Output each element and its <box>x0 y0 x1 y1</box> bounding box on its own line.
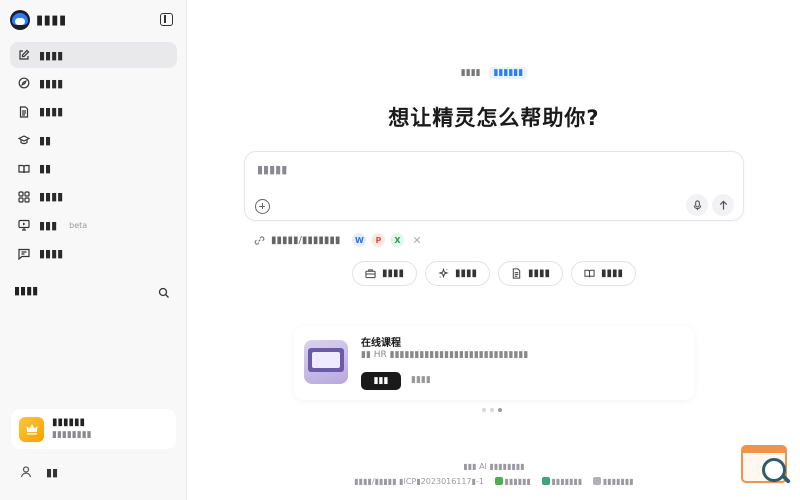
sidebar-item-label: ▮▮ <box>39 133 52 147</box>
shield-icon <box>494 477 503 485</box>
sidebar-item-label: ▮▮▮▮ <box>39 105 64 119</box>
sidebar-item-learn[interactable]: ▮▮ <box>10 127 177 153</box>
presentation-icon <box>18 219 30 231</box>
page-title: 想让精灵怎么帮助你? <box>388 106 600 130</box>
sidebar-nav: ▮▮▮▮ ▮▮▮▮ ▮▮▮▮ ▮▮ ▮▮ ▮▮▮▮ ▮▮▮ beta ▮▮▮▮ <box>10 42 177 269</box>
quick-action-button[interactable]: ▮▮▮▮ <box>352 261 417 286</box>
tagline: ▮▮▮▮ ▮▮▮▮▮▮ <box>188 67 800 79</box>
sidebar-collapse-icon[interactable] <box>160 13 173 26</box>
voice-input-button[interactable] <box>686 194 708 216</box>
quick-action-button[interactable]: ▮▮▮▮ <box>425 261 490 286</box>
ppt-file-chip[interactable]: P <box>371 233 386 247</box>
sparkle-icon <box>438 268 449 279</box>
footer-disclaimer: ▮▮▮ AI ▮▮▮▮▮▮▮▮ <box>463 462 525 471</box>
sidebar-item-presentation[interactable]: ▮▮▮ beta <box>10 212 177 238</box>
quick-action-label: ▮▮▮▮ <box>455 268 478 279</box>
document-icon <box>18 106 30 118</box>
footer-item: ▮▮▮▮▮▮ <box>494 477 531 486</box>
sidebar-item-library[interactable]: ▮▮ <box>10 156 177 182</box>
footer-icp[interactable]: ▮▮▮▮/▮▮▮▮▮ ▮ICP▮2023016117▮-1 <box>354 477 484 486</box>
sidebar-item-label: ▮▮▮▮ <box>39 76 64 90</box>
chat-input-box[interactable]: ▮▮▮▮▮ <box>244 151 744 221</box>
brand-name: ▮▮▮▮ <box>36 12 67 28</box>
beta-badge: beta <box>69 220 88 230</box>
upload-hint-row: ▮▮▮▮▮/▮▮▮▮▮▮▮ W P X ✕ <box>254 233 422 247</box>
license-icon <box>541 477 550 485</box>
briefcase-icon <box>365 269 376 279</box>
quick-action-label: ▮▮▮▮ <box>528 268 551 279</box>
carousel-dots <box>482 408 506 412</box>
quick-actions: ▮▮▮▮ ▮▮▮▮ ▮▮▮▮ ▮▮▮▮ <box>352 261 644 286</box>
arrow-up-icon <box>719 200 727 210</box>
quick-action-button[interactable]: ▮▮▮▮ <box>571 261 636 286</box>
sidebar-item-label: ▮▮▮ <box>39 218 58 232</box>
sidebar-item-label: ▮▮ <box>39 162 52 176</box>
vip-title: ▮▮▮▮▮▮ <box>52 417 86 428</box>
user-icon <box>18 464 34 480</box>
course-card[interactable]: 在线课程 ▮▮ HR ▮▮▮▮▮▮▮▮▮▮▮▮▮▮▮▮▮▮▮▮▮▮▮▮▮▮▮▮ … <box>294 326 694 400</box>
quick-action-label: ▮▮▮▮ <box>601 268 624 279</box>
main-content: ▮▮▮▮ ▮▮▮▮▮▮ 想让精灵怎么帮助你? ▮▮▮▮▮ ▮▮▮▮▮/▮▮▮▮▮… <box>188 0 800 500</box>
vip-card[interactable]: ▮▮▮▮▮▮ ▮▮▮▮▮▮▮▮ <box>11 409 176 449</box>
upload-hint-label: ▮▮▮▮▮/▮▮▮▮▮▮▮ <box>271 234 341 246</box>
carousel-dot[interactable] <box>490 408 494 412</box>
brand[interactable]: ▮▮▮▮ <box>10 9 67 31</box>
footer-links: ▮▮▮▮/▮▮▮▮▮ ▮ICP▮2023016117▮-1 ▮▮▮▮▮▮ ▮▮▮… <box>188 477 800 486</box>
history-label: ▮▮▮▮ <box>14 283 39 297</box>
footer-item: ▮▮▮▮▮▮▮ <box>592 477 634 486</box>
course-button[interactable]: ▮▮▮ <box>361 372 401 390</box>
document-icon <box>512 268 521 279</box>
edit-icon <box>18 49 30 61</box>
floating-search-widget[interactable] <box>741 445 791 487</box>
course-thumbnail <box>304 340 348 384</box>
vip-subtitle: ▮▮▮▮▮▮▮▮ <box>52 430 92 440</box>
microphone-icon <box>693 199 701 210</box>
book-icon <box>584 269 595 278</box>
add-attachment-icon[interactable] <box>255 199 270 214</box>
quick-action-label: ▮▮▮▮ <box>382 268 405 279</box>
carousel-dot-active[interactable] <box>498 408 502 412</box>
user-name: ▮▮ <box>46 465 59 479</box>
apps-grid-icon <box>18 191 30 203</box>
chat-input[interactable]: ▮▮▮▮▮ <box>257 163 287 176</box>
close-icon[interactable]: ✕ <box>412 234 421 247</box>
sidebar-item-explore[interactable]: ▮▮▮▮ <box>10 70 177 96</box>
sidebar-item-documents[interactable]: ▮▮▮▮ <box>10 99 177 125</box>
search-icon[interactable] <box>158 284 170 298</box>
course-more-link[interactable]: ▮▮▮▮ <box>411 375 431 385</box>
sidebar-item-new-chat[interactable]: ▮▮▮▮ <box>10 42 177 68</box>
course-description: ▮▮ HR ▮▮▮▮▮▮▮▮▮▮▮▮▮▮▮▮▮▮▮▮▮▮▮▮▮▮▮▮ <box>361 350 529 360</box>
tagline-prefix: ▮▮▮▮ <box>460 68 481 78</box>
excel-file-chip[interactable]: X <box>390 233 405 247</box>
carousel-dot[interactable] <box>482 408 486 412</box>
crown-icon <box>19 416 44 442</box>
footer-item: ▮▮▮▮▮▮▮ <box>541 477 582 486</box>
message-icon <box>18 248 30 260</box>
sidebar-item-label: ▮▮▮▮ <box>39 190 64 204</box>
sidebar-item-messages[interactable]: ▮▮▮▮ <box>10 241 177 267</box>
sidebar-item-apps[interactable]: ▮▮▮▮ <box>10 184 177 210</box>
logo-icon <box>10 10 30 30</box>
link-icon <box>254 235 265 245</box>
send-button[interactable] <box>712 194 734 216</box>
course-title: 在线课程 <box>361 338 401 349</box>
graduation-cap-icon <box>18 134 30 146</box>
sidebar: ▮▮▮▮ ▮▮▮▮ ▮▮▮▮ ▮▮▮▮ ▮▮ ▮▮ ▮▮▮▮ ▮▮▮ beta … <box>0 0 187 500</box>
history-header: ▮▮▮▮ <box>14 282 174 298</box>
book-icon <box>18 163 30 175</box>
user-profile[interactable]: ▮▮ <box>18 464 58 480</box>
compass-icon <box>18 77 30 89</box>
sidebar-item-label: ▮▮▮▮ <box>39 247 64 261</box>
sidebar-item-label: ▮▮▮▮ <box>39 48 64 62</box>
quick-action-button[interactable]: ▮▮▮▮ <box>498 261 563 286</box>
tagline-highlight: ▮▮▮▮▮▮ <box>489 67 528 79</box>
word-file-chip[interactable]: W <box>352 233 367 247</box>
report-icon <box>592 477 601 485</box>
